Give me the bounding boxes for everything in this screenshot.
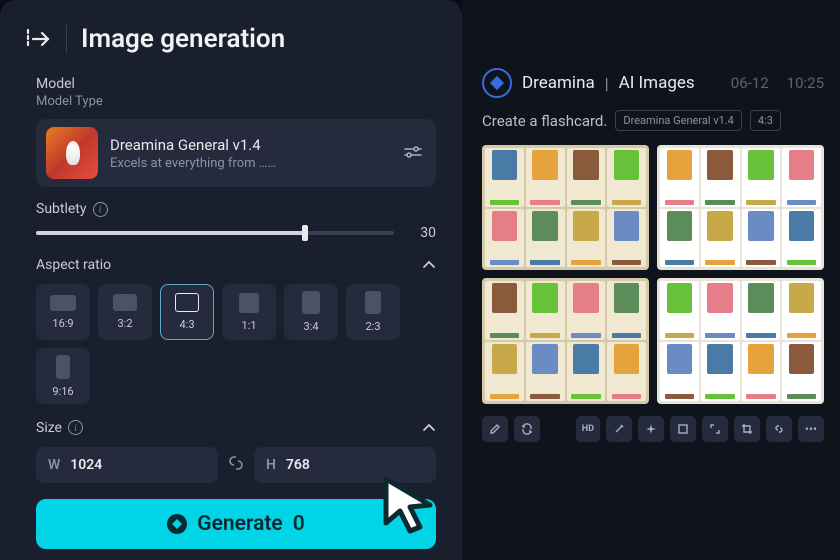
section-name: AI Images — [619, 73, 695, 93]
subtlety-value: 30 — [408, 225, 436, 241]
info-icon[interactable]: i — [68, 420, 83, 435]
height-input[interactable]: H 768 — [254, 447, 436, 483]
info-icon[interactable]: i — [93, 202, 108, 217]
model-section-label: Model — [36, 76, 436, 92]
ratio-label: 9:16 — [52, 385, 73, 398]
model-thumbnail — [46, 127, 98, 179]
sparkle-icon[interactable] — [638, 416, 664, 442]
result-image[interactable] — [657, 278, 824, 403]
hd-button[interactable]: HD — [576, 416, 600, 442]
generate-count: 0 — [293, 512, 305, 536]
aspect-ratio-label: Aspect ratio — [36, 257, 111, 273]
prompt-row: Create a flashcard. Dreamina General v1.… — [482, 110, 824, 131]
ratio-shape-icon — [113, 294, 137, 311]
expand-icon[interactable] — [702, 416, 728, 442]
model-description: Excels at everything from …… — [110, 156, 388, 171]
panel-header: Image generation — [0, 0, 462, 70]
aspect-ratio-1-1[interactable]: 1:1 — [222, 284, 276, 340]
sliders-icon[interactable] — [400, 140, 426, 167]
result-date: 06-12 — [731, 74, 769, 92]
aspect-ratio-4-3[interactable]: 4:3 — [160, 284, 214, 340]
ratio-shape-icon — [56, 355, 70, 379]
ratio-label: 2:3 — [365, 320, 380, 333]
aspect-ratio-16-9[interactable]: 16:9 — [36, 284, 90, 340]
ratio-chip: 4:3 — [750, 110, 781, 131]
crop-icon[interactable] — [734, 416, 760, 442]
link-icon[interactable] — [228, 455, 244, 475]
prompt-text: Create a flashcard. — [482, 112, 607, 130]
page-title: Image generation — [81, 24, 285, 54]
model-name: Dreamina General v1.4 — [110, 136, 388, 154]
expand-icon[interactable] — [26, 27, 52, 51]
slider-handle[interactable] — [302, 225, 308, 241]
ratio-shape-icon — [302, 291, 320, 314]
result-image[interactable] — [482, 145, 649, 270]
link-icon[interactable] — [766, 416, 792, 442]
divider — [66, 25, 67, 53]
size-label: Size i — [36, 420, 83, 436]
results-panel: Dreamina | AI Images 06-12 10:25 Create … — [462, 0, 840, 560]
results-header: Dreamina | AI Images 06-12 10:25 — [482, 68, 824, 98]
ratio-shape-icon — [239, 293, 259, 313]
wand-icon[interactable] — [606, 416, 632, 442]
result-time: 10:25 — [787, 74, 824, 92]
width-input[interactable]: W 1024 — [36, 447, 218, 483]
aspect-ratio-3-4[interactable]: 3:4 — [284, 284, 338, 340]
chevron-up-icon[interactable] — [422, 418, 436, 437]
brand-name: Dreamina — [522, 73, 595, 93]
frame-icon[interactable] — [670, 416, 696, 442]
model-section-sublabel: Model Type — [36, 94, 436, 109]
height-value: 768 — [286, 457, 310, 473]
chevron-up-icon[interactable] — [422, 255, 436, 274]
generate-button[interactable]: Generate 0 — [36, 499, 436, 549]
generation-panel: Image generation Model Model Type Dreami… — [0, 0, 462, 560]
sparkle-icon — [167, 514, 187, 534]
result-image[interactable] — [482, 278, 649, 403]
refresh-icon[interactable] — [514, 416, 540, 442]
model-card[interactable]: Dreamina General v1.4 Excels at everythi… — [36, 119, 436, 187]
aspect-ratio-3-2[interactable]: 3:2 — [98, 284, 152, 340]
result-image[interactable] — [657, 145, 824, 270]
brand-icon — [482, 68, 512, 98]
aspect-ratio-2-3[interactable]: 2:3 — [346, 284, 400, 340]
image-grid — [482, 145, 824, 404]
ratio-label: 3:2 — [117, 317, 132, 330]
ratio-label: 1:1 — [241, 319, 256, 332]
ratio-shape-icon — [175, 293, 199, 312]
result-toolbar: HD ••• — [482, 416, 824, 442]
subtlety-slider[interactable] — [36, 231, 394, 235]
ratio-shape-icon — [365, 291, 381, 314]
model-chip: Dreamina General v1.4 — [615, 110, 742, 131]
ratio-label: 3:4 — [303, 320, 318, 333]
subtlety-label: Subtlety i — [36, 201, 436, 217]
aspect-ratio-grid: 16:9 3:2 4:3 1:1 3:4 2:3 9:16 — [36, 284, 436, 404]
generate-label: Generate — [197, 512, 282, 536]
width-value: 1024 — [70, 457, 102, 473]
ratio-label: 16:9 — [52, 317, 73, 330]
ratio-shape-icon — [50, 295, 76, 311]
ratio-label: 4:3 — [179, 318, 194, 331]
aspect-ratio-9-16[interactable]: 9:16 — [36, 348, 90, 404]
more-icon[interactable]: ••• — [798, 416, 824, 442]
edit-icon[interactable] — [482, 416, 508, 442]
